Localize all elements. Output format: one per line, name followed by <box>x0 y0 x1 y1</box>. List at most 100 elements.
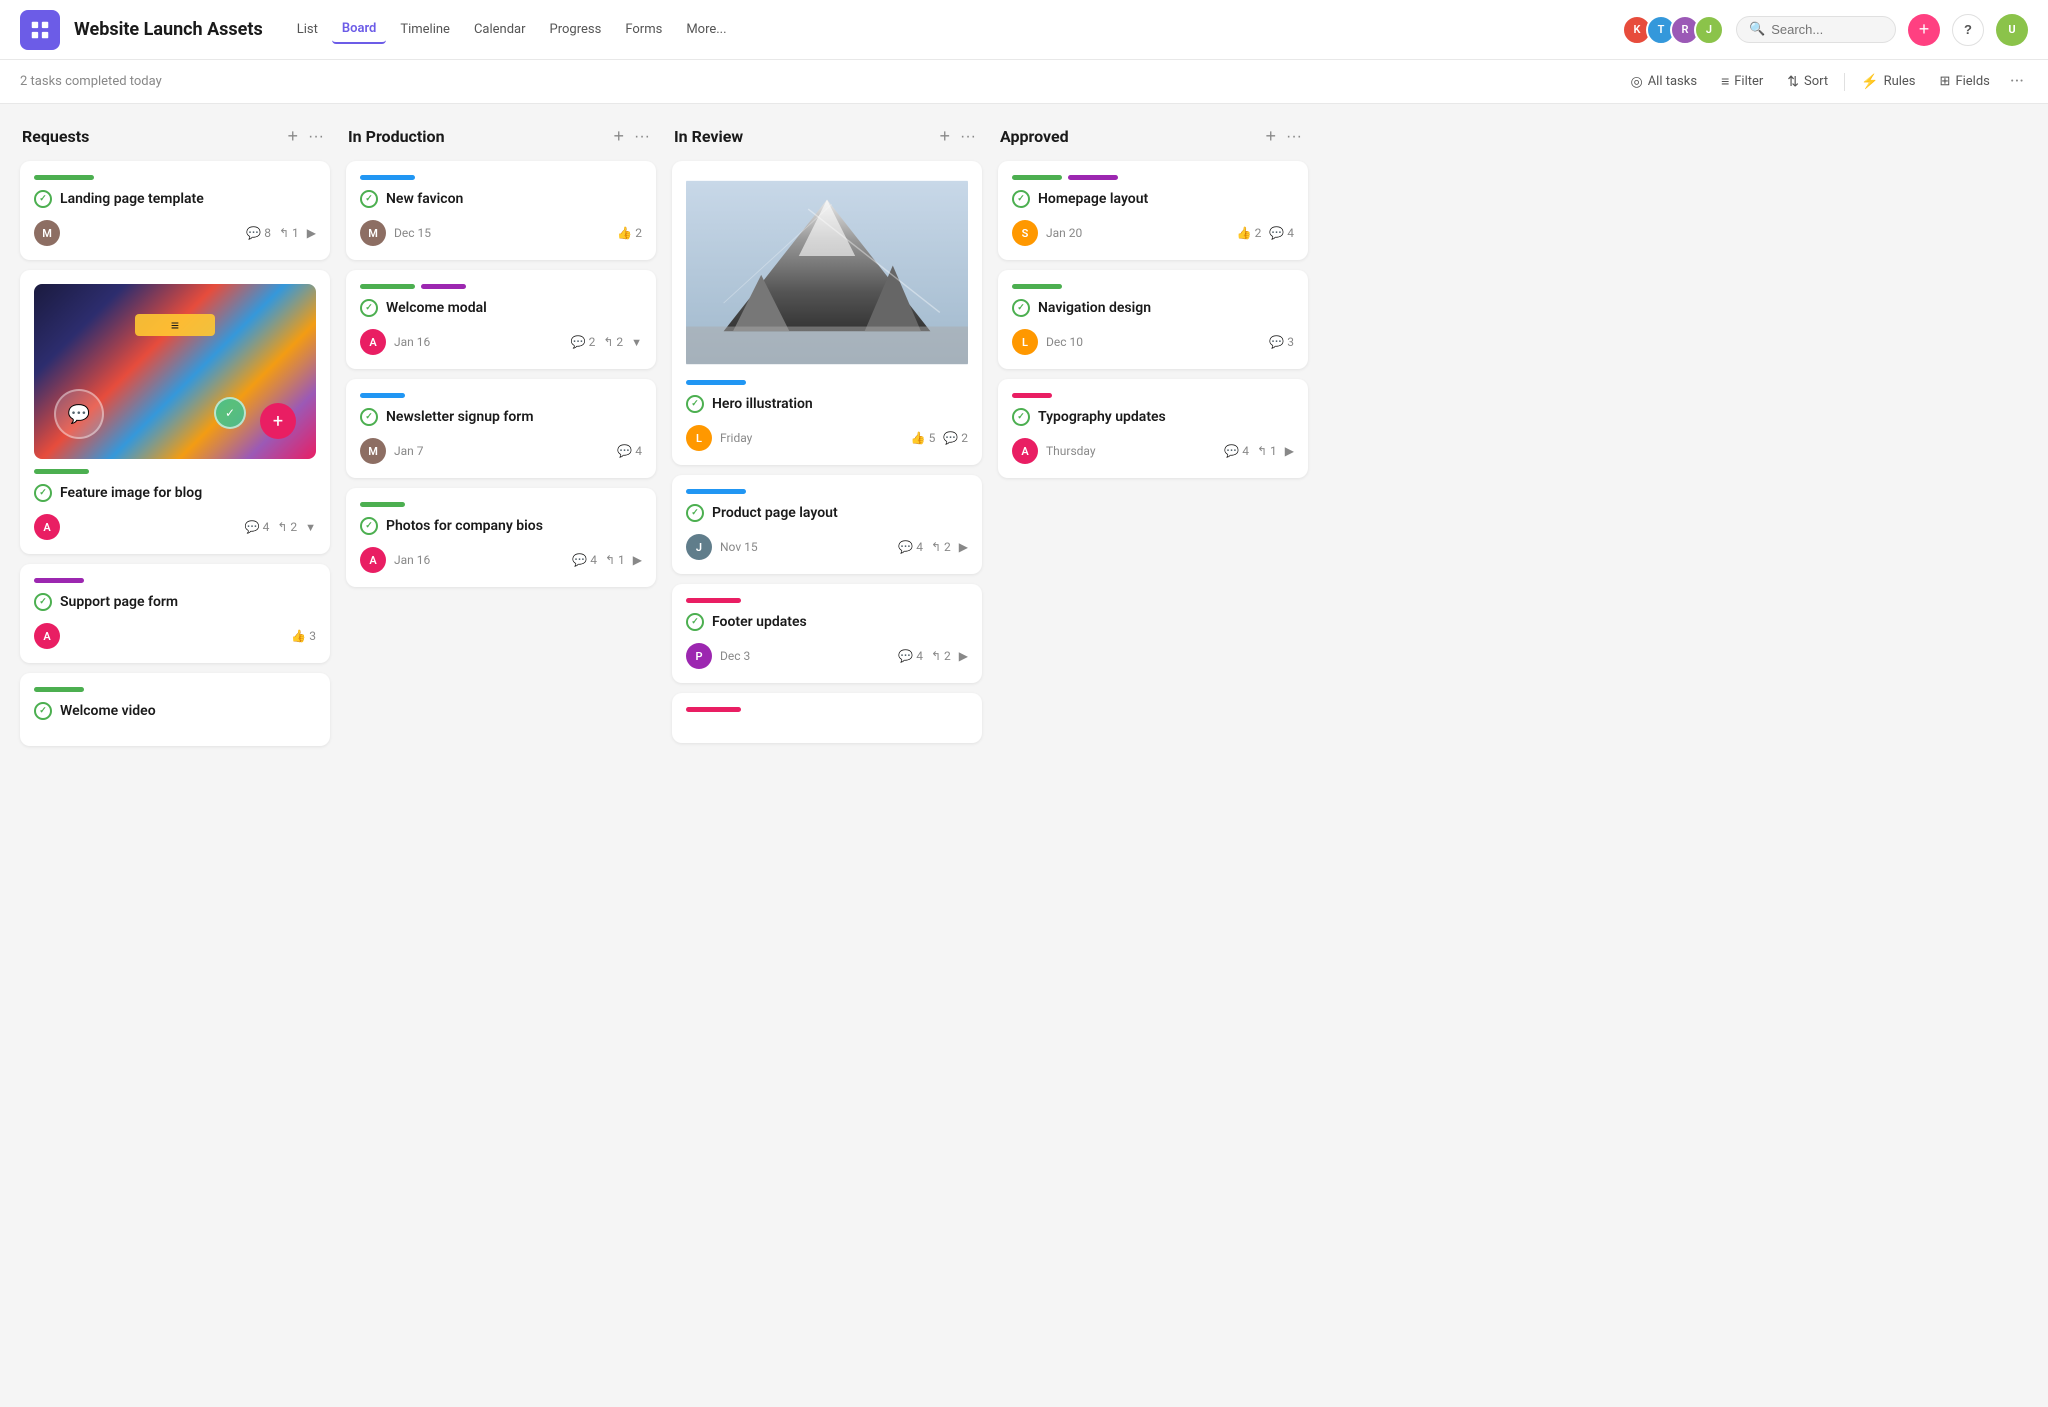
tag-blue <box>686 489 746 494</box>
help-button[interactable]: ? <box>1952 14 1984 46</box>
tab-timeline[interactable]: Timeline <box>390 16 460 43</box>
card-title: Navigation design <box>1038 300 1151 316</box>
expand-icon[interactable]: ▶ <box>307 226 316 240</box>
card-footer: P Dec 3 💬 4 ↰ 2 ▶ <box>686 643 968 669</box>
card-title: New favicon <box>386 191 463 207</box>
expand-icon[interactable]: ▶ <box>959 540 968 554</box>
check-icon: ✓ <box>686 395 704 413</box>
add-button[interactable]: + <box>1908 14 1940 46</box>
column-in-review-more[interactable]: ··· <box>956 126 980 148</box>
card-footer: A Thursday 💬 4 ↰ 1 ▶ <box>1012 438 1294 464</box>
card-tags <box>34 175 316 180</box>
subtask-count: ↰ 2 <box>931 540 951 554</box>
check-icon: ✓ <box>360 299 378 317</box>
column-approved: Approved + ··· ✓ Homepage layout S Jan 2… <box>998 124 1308 488</box>
fields-btn[interactable]: ⊞ Fields <box>1932 70 1998 93</box>
card-tags <box>686 380 968 385</box>
check-icon: ✓ <box>686 613 704 631</box>
comments-count: 💬 4 <box>1224 444 1249 458</box>
column-in-review-title: In Review <box>674 127 934 146</box>
card-tags <box>1012 393 1294 398</box>
all-tasks-btn[interactable]: ◎ All tasks <box>1622 70 1705 94</box>
card-avatar: P <box>686 643 712 669</box>
toolbar-separator-1 <box>1844 73 1845 91</box>
search-icon: 🔍 <box>1749 22 1765 37</box>
card-tags <box>360 175 642 180</box>
column-requests-title: Requests <box>22 127 282 146</box>
card-title-row: ✓ Product page layout <box>686 504 968 522</box>
tab-calendar[interactable]: Calendar <box>464 16 536 43</box>
card-tags <box>1012 175 1294 180</box>
card-title: Photos for company bios <box>386 518 543 534</box>
card-tags <box>34 687 316 692</box>
card-tags <box>686 489 968 494</box>
tab-progress[interactable]: Progress <box>540 16 612 43</box>
expand-icon[interactable]: ▶ <box>633 553 642 567</box>
card-support-page-form: ✓ Support page form A 👍 3 <box>20 564 330 663</box>
column-requests-more[interactable]: ··· <box>304 126 328 148</box>
rules-btn[interactable]: ⚡ Rules <box>1853 70 1923 94</box>
card-avatar: A <box>360 329 386 355</box>
expand-icon[interactable]: ▶ <box>1285 444 1294 458</box>
column-approved-header: Approved + ··· <box>998 124 1308 149</box>
card-welcome-video: ✓ Welcome video <box>20 673 330 746</box>
card-footer: M 💬 8 ↰ 1 ▶ <box>34 220 316 246</box>
card-date: Friday <box>720 431 903 445</box>
card-typography-updates: ✓ Typography updates A Thursday 💬 4 ↰ 1 … <box>998 379 1308 478</box>
tag-green <box>1012 284 1062 289</box>
card-avatar: M <box>360 438 386 464</box>
card-newsletter-signup-form: ✓ Newsletter signup form M Jan 7 💬 4 <box>346 379 656 478</box>
column-approved-more[interactable]: ··· <box>1282 126 1306 148</box>
card-mountain-image <box>686 175 968 370</box>
tag-green <box>360 502 405 507</box>
column-requests-add[interactable]: + <box>282 124 305 149</box>
expand-icon[interactable]: ▶ <box>959 649 968 663</box>
tag-pink <box>686 707 741 712</box>
avatar-4[interactable]: J <box>1694 15 1724 45</box>
filter-icon: ≡ <box>1721 73 1729 90</box>
user-avatar[interactable]: U <box>1996 14 2028 46</box>
card-homepage-layout: ✓ Homepage layout S Jan 20 👍 2 💬 4 <box>998 161 1308 260</box>
card-tags <box>1012 284 1294 289</box>
tab-list[interactable]: List <box>287 16 328 43</box>
search-bar[interactable]: 🔍 <box>1736 16 1896 43</box>
subtask-count: ↰ 2 <box>931 649 951 663</box>
tag-green <box>34 469 89 474</box>
tag-pink <box>1012 393 1052 398</box>
card-title: Landing page template <box>60 191 204 207</box>
tab-more[interactable]: More... <box>676 16 736 43</box>
tab-board[interactable]: Board <box>332 15 386 44</box>
subtask-count: ↰ 2 <box>603 335 623 349</box>
column-in-review-add[interactable]: + <box>934 124 957 149</box>
tab-forms[interactable]: Forms <box>615 16 672 43</box>
rules-icon: ⚡ <box>1861 74 1878 90</box>
card-footer: A Jan 16 💬 2 ↰ 2 ▼ <box>360 329 642 355</box>
card-footer: S Jan 20 👍 2 💬 4 <box>1012 220 1294 246</box>
column-approved-add[interactable]: + <box>1260 124 1283 149</box>
toolbar-right: ◎ All tasks ≡ Filter ⇅ Sort ⚡ Rules ⊞ Fi… <box>1622 69 2028 94</box>
sort-btn[interactable]: ⇅ Sort <box>1779 70 1836 94</box>
dropdown-icon[interactable]: ▼ <box>305 521 316 534</box>
subtask-count: ↰ 2 <box>277 520 297 534</box>
likes-count: 👍 5 <box>911 431 936 445</box>
column-in-production-more[interactable]: ··· <box>630 126 654 148</box>
toolbar-more-btn[interactable]: ··· <box>2006 71 2028 92</box>
card-welcome-modal: ✓ Welcome modal A Jan 16 💬 2 ↰ 2 ▼ <box>346 270 656 369</box>
column-requests-header: Requests + ··· <box>20 124 330 149</box>
comments-count: 💬 2 <box>943 431 968 445</box>
check-icon: ✓ <box>34 593 52 611</box>
board: Requests + ··· ✓ Landing page template M… <box>0 104 2048 1407</box>
card-date: Jan 20 <box>1046 226 1229 240</box>
filter-btn[interactable]: ≡ Filter <box>1713 69 1771 94</box>
search-input[interactable] <box>1771 22 1883 37</box>
card-hero-illustration: ✓ Hero illustration L Friday 👍 5 💬 2 <box>672 161 982 465</box>
card-avatar: L <box>1012 329 1038 355</box>
column-in-production-add[interactable]: + <box>608 124 631 149</box>
dropdown-icon[interactable]: ▼ <box>631 336 642 349</box>
card-tags <box>686 598 968 603</box>
tag-blue <box>686 380 746 385</box>
comments-count: 💬 4 <box>245 520 270 534</box>
card-meta: 💬 8 ↰ 1 ▶ <box>246 226 316 240</box>
card-title-row: ✓ Homepage layout <box>1012 190 1294 208</box>
card-feature-image-blog: ≡ 💬 + ✓ ✓ Feature image for blog A <box>20 270 330 554</box>
